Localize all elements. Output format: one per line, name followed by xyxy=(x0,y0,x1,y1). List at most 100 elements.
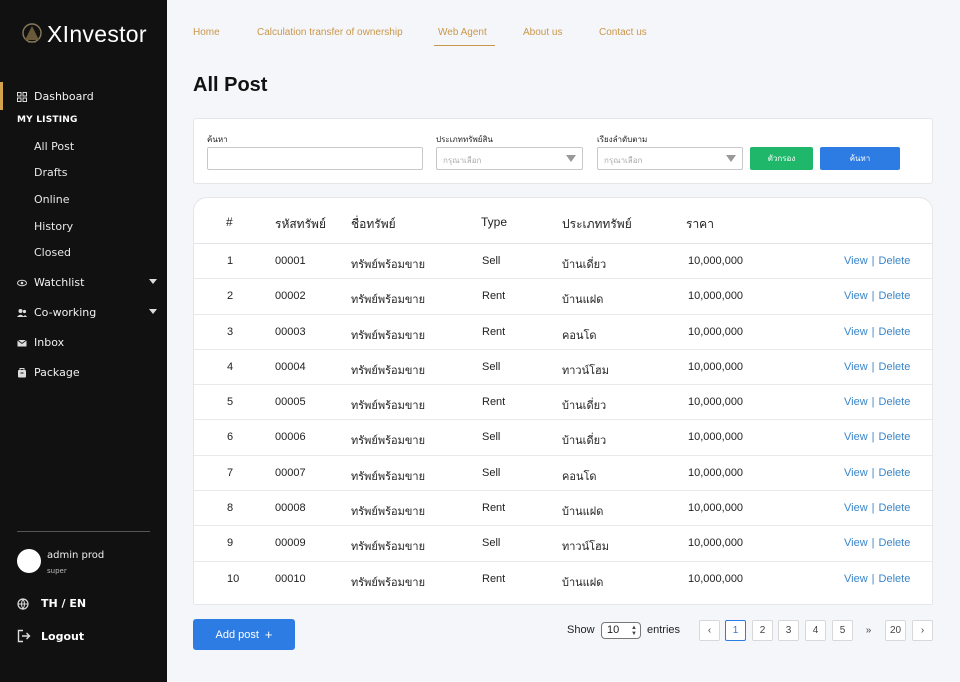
delete-link[interactable]: Delete xyxy=(879,573,911,585)
delete-link[interactable]: Delete xyxy=(879,431,911,443)
sidebar-item-closed[interactable]: Closed xyxy=(34,246,71,259)
envelope-icon xyxy=(17,339,27,346)
entries-value: 10 xyxy=(607,624,620,636)
delete-link[interactable]: Delete xyxy=(879,396,911,408)
view-link[interactable]: View xyxy=(844,467,868,479)
entries-label: entries xyxy=(647,624,681,636)
delete-link[interactable]: Delete xyxy=(879,326,911,338)
cell-property-type: คอนโด xyxy=(562,329,597,342)
sidebar-item-inbox[interactable]: Inbox xyxy=(17,336,64,349)
avatar[interactable] xyxy=(17,549,41,573)
pagination-next[interactable]: › xyxy=(912,620,933,641)
brand-name: XInvestor xyxy=(47,20,147,47)
view-link[interactable]: View xyxy=(844,361,868,373)
cell-price: 10,000,000 xyxy=(688,502,744,515)
table-row: 8 00008 ทรัพย์พร้อมขาย Rent บ้านแฝด 10,000,00… xyxy=(194,491,932,527)
cell-name: ทรัพย์พร้อมขาย xyxy=(351,259,426,271)
row-actions: View | Delete xyxy=(844,255,910,267)
delete-link[interactable]: Delete xyxy=(879,255,911,267)
search-button[interactable]: ค้นหา xyxy=(820,147,900,170)
cell-property-type: บ้านแฝด xyxy=(562,294,604,307)
pagination-page-1[interactable]: 1 xyxy=(725,620,746,641)
cell-price: 10,000,000 xyxy=(688,360,744,373)
action-separator: | xyxy=(871,325,875,338)
cell-property-type: คอนโด xyxy=(562,470,597,483)
chevron-down-icon[interactable] xyxy=(149,309,157,314)
column-header-type: Type xyxy=(481,215,508,229)
sidebar-item-label: Package xyxy=(34,366,80,379)
brand-logo[interactable]: XInvestor xyxy=(20,20,147,48)
nav-link-contact[interactable]: Contact us xyxy=(599,27,647,38)
action-separator: | xyxy=(871,466,875,479)
pagination-prev[interactable]: ‹ xyxy=(699,620,720,641)
view-link[interactable]: View xyxy=(844,255,868,267)
lion-crest-icon xyxy=(22,23,42,43)
sidebar-item-drafts[interactable]: Drafts xyxy=(34,166,67,179)
sidebar-item-coworking[interactable]: Co-working xyxy=(17,306,96,319)
add-post-button[interactable]: Add post + xyxy=(193,619,295,650)
sidebar-item-online[interactable]: Online xyxy=(34,193,69,206)
sidebar-item-label: Dashboard xyxy=(34,90,94,103)
view-link[interactable]: View xyxy=(844,290,868,302)
pagination-page-3[interactable]: 3 xyxy=(778,620,799,641)
filter-button[interactable]: ตัวกรอง xyxy=(750,147,813,170)
delete-link[interactable]: Delete xyxy=(879,502,911,514)
nav-link-home[interactable]: Home xyxy=(193,27,220,38)
pagination-last-page[interactable]: 20 xyxy=(885,620,906,641)
delete-link[interactable]: Delete xyxy=(879,537,911,549)
sidebar-item-all-post[interactable]: All Post xyxy=(34,140,74,153)
user-name: admin prod xyxy=(47,550,105,561)
nav-link-about[interactable]: About us xyxy=(523,27,562,38)
dropdown-arrow-icon xyxy=(726,155,736,162)
delete-link[interactable]: Delete xyxy=(879,290,911,302)
column-header-code: รหัสทรัพย์ xyxy=(275,217,326,231)
sidebar-item-history[interactable]: History xyxy=(34,220,73,233)
table-row: 1 00001 ทรัพย์พร้อมขาย Sell บ้านเดี่ยว 10,000… xyxy=(194,244,932,280)
view-link[interactable]: View xyxy=(844,502,868,514)
sidebar-item-dashboard[interactable]: Dashboard xyxy=(17,90,94,103)
pagination-page-2[interactable]: 2 xyxy=(752,620,773,641)
row-actions: View | Delete xyxy=(844,361,910,373)
view-link[interactable]: View xyxy=(844,326,868,338)
property-type-label: ประเภททรัพย์สิน xyxy=(436,135,493,144)
cell-price: 10,000,000 xyxy=(688,255,744,267)
language-label: TH / EN xyxy=(41,597,87,610)
entries-select[interactable]: 10 ▲ ▼ xyxy=(601,622,641,639)
my-listing-heading: MY LISTING xyxy=(17,115,78,125)
action-separator: | xyxy=(871,396,875,409)
sort-select[interactable]: กรุณาเลือก xyxy=(597,147,743,170)
pagination-jump[interactable]: » xyxy=(858,620,879,641)
view-link[interactable]: View xyxy=(844,537,868,549)
sidebar-item-watchlist[interactable]: Watchlist xyxy=(17,276,84,289)
delete-link[interactable]: Delete xyxy=(879,467,911,479)
logout-button[interactable]: Logout xyxy=(17,629,84,643)
property-type-select[interactable]: กรุณาเลือก xyxy=(436,147,583,170)
user-role: super xyxy=(47,567,67,575)
view-link[interactable]: View xyxy=(844,396,868,408)
pagination-page-4[interactable]: 4 xyxy=(805,620,826,641)
logout-label: Logout xyxy=(41,629,85,643)
nav-link-calculation[interactable]: Calculation transfer of ownership xyxy=(257,27,403,38)
cell-name: ทรัพย์พร้อมขาย xyxy=(351,294,426,307)
cell-name: ทรัพย์พร้อมขาย xyxy=(351,364,426,377)
cell-type: Rent xyxy=(482,396,506,409)
action-separator: | xyxy=(871,502,875,515)
language-switcher[interactable]: TH / EN xyxy=(17,597,86,610)
nav-link-web-agent[interactable]: Web Agent xyxy=(438,27,487,38)
cell-code: 00003 xyxy=(275,325,306,338)
cell-name: ทรัพย์พร้อมขาย xyxy=(351,329,426,342)
sort-placeholder: กรุณาเลือก xyxy=(604,156,643,165)
cell-code: 00010 xyxy=(275,572,306,585)
eye-icon xyxy=(17,279,27,286)
chevron-down-icon[interactable] xyxy=(149,279,157,284)
search-input[interactable] xyxy=(207,147,423,170)
delete-link[interactable]: Delete xyxy=(879,361,911,373)
cell-number: 9 xyxy=(227,537,234,550)
cell-number: 1 xyxy=(227,255,234,267)
pagination-page-5[interactable]: 5 xyxy=(832,620,853,641)
sidebar-item-package[interactable]: Package xyxy=(17,366,80,379)
users-icon xyxy=(17,308,27,317)
sidebar-divider xyxy=(17,531,150,532)
view-link[interactable]: View xyxy=(844,431,868,443)
view-link[interactable]: View xyxy=(844,573,868,585)
